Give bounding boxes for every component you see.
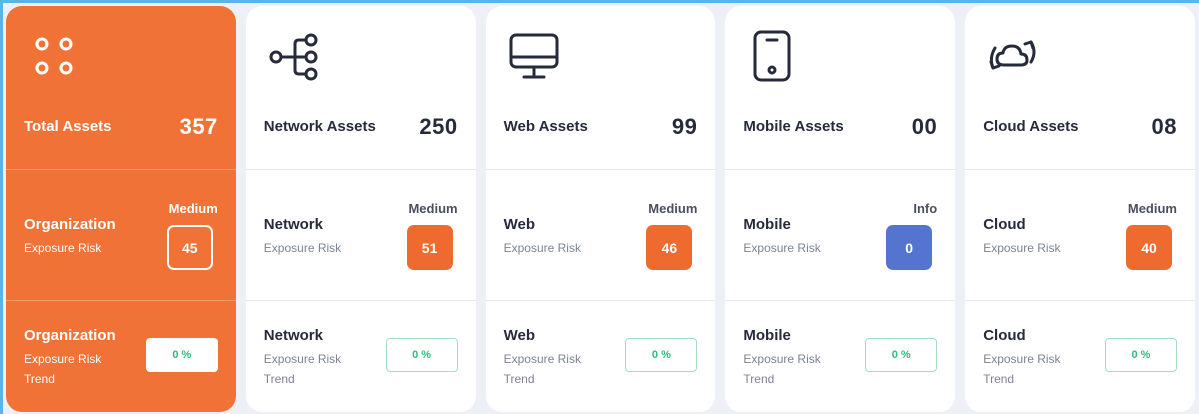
frame-left-border [0,0,3,414]
web-assets-section: Web Assets 99 [485,6,716,170]
web-trend-label: Trend [503,372,535,386]
asset-cards: Total Assets 357 Organization Exposure R… [6,6,1195,412]
mobile-phone-icon [753,30,791,82]
network-trend-title: Network [263,327,323,344]
network-assets-label: Network Assets [263,118,376,135]
mobile-trend-section: Mobile Exposure Risk Trend 0 % [725,301,955,411]
network-assets-section: Network Assets 250 [245,6,476,170]
cloud-sync-icon [989,40,1036,70]
cloud-trend-section: Cloud Exposure Risk Trend 0 % [965,301,1195,411]
web-trend-badge: 0 % [625,338,698,372]
cloud-risk-title: Cloud [983,216,1026,233]
mobile-assets-label: Mobile Assets [743,118,844,135]
cloud-risk-score: 40 [1125,225,1172,270]
web-risk-level: Medium [648,201,698,216]
organization-risk-level: Medium [168,201,218,216]
mobile-risk-section: Mobile Exposure Risk Info 0 [725,170,956,301]
web-risk-score: 46 [646,225,693,270]
cloud-risk-subtitle: Exposure Risk [983,241,1061,255]
web-trend-section: Web Exposure Risk Trend 0 % [486,301,716,411]
mobile-risk-title: Mobile [743,216,791,233]
mobile-trend-subtitle: Exposure Risk [743,352,821,366]
network-trend-label: Trend [263,372,295,386]
frame-top-border [0,0,1199,3]
cloud-assets-card[interactable]: Cloud Assets 08 Cloud Exposure Risk Medi… [965,6,1195,412]
organization-trend-section: Organization Exposure Risk Trend 0 % [6,301,236,411]
cloud-trend-label: Trend [983,372,1015,386]
web-risk-subtitle: Exposure Risk [503,241,581,255]
organization-risk-subtitle: Exposure Risk [24,241,102,255]
total-assets-card[interactable]: Total Assets 357 Organization Exposure R… [6,6,236,412]
mobile-trend-badge: 0 % [865,338,938,372]
organization-trend-badge: 0 % [145,338,218,372]
web-trend-subtitle: Exposure Risk [503,352,581,366]
web-risk-section: Web Exposure Risk Medium 46 [485,170,716,301]
grid-dots-icon [35,37,73,75]
network-assets-card[interactable]: Network Assets 250 Network Exposure Risk… [245,6,476,412]
mobile-trend-label: Trend [743,372,775,386]
organization-trend-subtitle: Exposure Risk [24,352,102,366]
organization-trend-title: Organization [24,327,116,344]
mobile-assets-section: Mobile Assets 00 [725,6,956,170]
cloud-trend-title: Cloud [983,327,1026,344]
mobile-risk-level: Info [913,201,938,216]
mobile-risk-subtitle: Exposure Risk [743,241,821,255]
cloud-trend-subtitle: Exposure Risk [983,352,1061,366]
cloud-assets-label: Cloud Assets [983,118,1079,135]
web-assets-card[interactable]: Web Assets 99 Web Exposure Risk Medium 4… [485,6,716,412]
network-risk-level: Medium [408,201,458,216]
mobile-risk-score: 0 [886,225,933,270]
organization-risk-section: Organization Exposure Risk Medium 45 [6,170,236,301]
network-trend-subtitle: Exposure Risk [263,352,342,366]
cloud-assets-section: Cloud Assets 08 [965,6,1195,170]
cloud-risk-level: Medium [1127,201,1177,216]
network-assets-count: 250 [419,114,458,139]
mobile-assets-count: 00 [911,114,938,139]
web-risk-title: Web [503,216,535,233]
network-trend-section: Network Exposure Risk Trend 0 % [246,301,476,411]
network-risk-score: 51 [406,225,453,270]
network-risk-subtitle: Exposure Risk [263,241,342,255]
cloud-assets-count: 08 [1151,114,1177,139]
network-trend-badge: 0 % [385,338,458,372]
monitor-icon [509,33,559,79]
total-assets-section: Total Assets 357 [6,6,236,170]
cloud-risk-section: Cloud Exposure Risk Medium 40 [965,170,1195,301]
network-risk-title: Network [263,216,323,233]
web-trend-title: Web [503,327,535,344]
total-assets-label: Total Assets [24,118,112,135]
mobile-assets-card[interactable]: Mobile Assets 00 Mobile Exposure Risk In… [725,6,956,412]
organization-risk-score: 45 [166,225,213,270]
mobile-trend-title: Mobile [743,327,791,344]
network-icon [269,33,318,81]
network-risk-section: Network Exposure Risk Medium 51 [245,170,476,301]
web-assets-label: Web Assets [503,118,588,135]
organization-trend-label: Trend [24,372,55,386]
organization-risk-title: Organization [24,216,116,233]
cloud-trend-badge: 0 % [1104,338,1177,372]
total-assets-count: 357 [179,114,218,139]
web-assets-count: 99 [671,114,698,139]
